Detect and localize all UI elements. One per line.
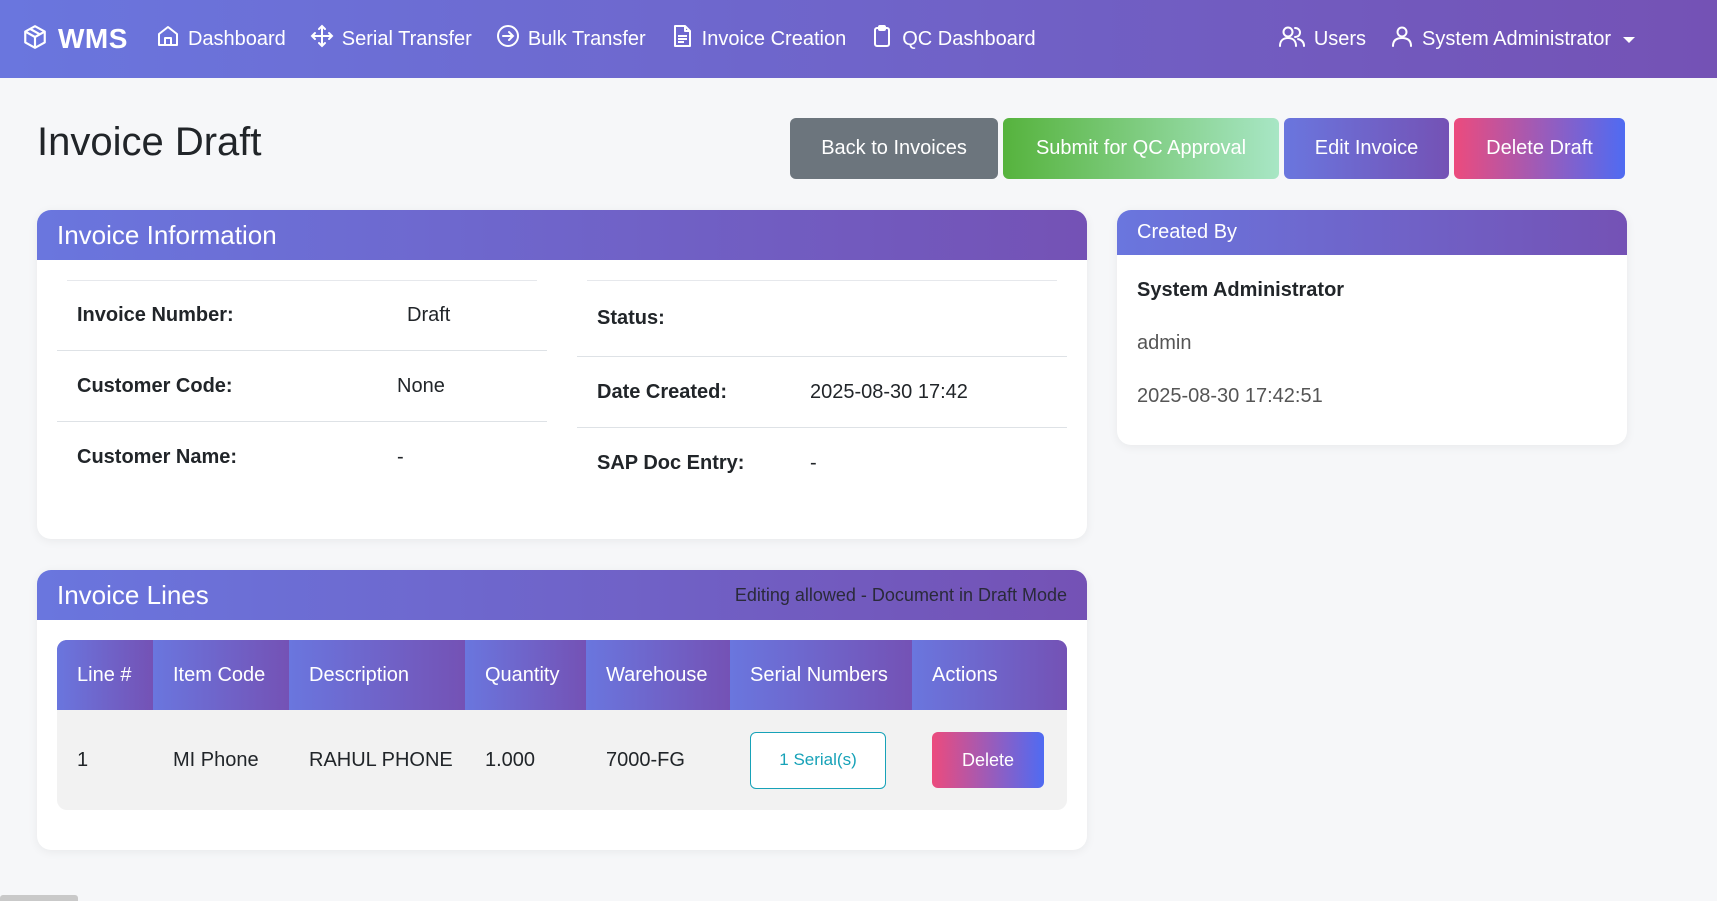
created-by-header: Created By	[1117, 210, 1627, 255]
edit-invoice-button[interactable]: Edit Invoice	[1284, 118, 1449, 179]
col-warehouse: Warehouse	[586, 640, 730, 710]
col-quantity: Quantity	[465, 640, 586, 710]
customer-name-value: -	[397, 445, 404, 468]
customer-code-label: Customer Code:	[77, 374, 233, 397]
info-left-column: Invoice Number: Draft Customer Code: Non…	[57, 280, 547, 492]
invoice-lines-table: Line # Item Code Description Quantity Wa…	[57, 640, 1067, 810]
info-row-sap-doc-entry: SAP Doc Entry: -	[577, 427, 1067, 498]
home-icon	[156, 24, 188, 54]
cell-line-number: 1	[77, 748, 89, 771]
invoice-information-title: Invoice Information	[57, 219, 277, 250]
table-header: Line # Item Code Description Quantity Wa…	[57, 640, 1067, 710]
created-by-body: System Administrator admin 2025-08-30 17…	[1117, 255, 1627, 432]
delete-draft-button[interactable]: Delete Draft	[1454, 118, 1625, 179]
cell-serial-numbers: 1 Serial(s)	[730, 710, 912, 810]
cell-quantity: 1.000	[485, 748, 536, 771]
account-dropdown[interactable]: System Administrator	[1390, 24, 1635, 54]
info-row-status: Status:	[587, 280, 1057, 356]
chevron-down-icon	[1623, 37, 1635, 43]
created-by-title: Created By	[1137, 221, 1238, 243]
arrow-circle-icon	[496, 24, 528, 54]
page-title: Invoice Draft	[37, 120, 262, 164]
invoice-lines-title: Invoice Lines	[57, 579, 209, 610]
created-datetime: 2025-08-30 17:42:51	[1137, 385, 1323, 407]
top-navbar: WMS Dashboard Serial Transfer Bulk Trans…	[0, 0, 1717, 78]
col-description: Description	[289, 640, 465, 710]
nav-users-label: Users	[1313, 27, 1367, 50]
invoice-lines-header: Invoice Lines Editing allowed - Document…	[37, 570, 1087, 620]
delete-line-button[interactable]: Delete	[932, 732, 1044, 788]
info-row-date-created: Date Created: 2025-08-30 17:42	[577, 356, 1067, 427]
move-icon	[310, 24, 342, 54]
nav-right: Users System Administrator	[1254, 0, 1635, 78]
horizontal-scrollbar[interactable]	[0, 895, 78, 901]
nav-bulk-transfer[interactable]: Bulk Transfer	[496, 24, 646, 54]
customer-name-label: Customer Name:	[77, 445, 238, 468]
nav-users[interactable]: Users	[1278, 24, 1366, 54]
creator-username: admin	[1137, 332, 1192, 354]
sap-doc-entry-label: SAP Doc Entry:	[597, 451, 745, 474]
invoice-number-value: Draft	[407, 304, 451, 326]
cell-description: RAHUL PHONE	[309, 748, 453, 771]
cell-warehouse: 7000-FG	[606, 748, 685, 771]
table-row: 1 MI Phone RAHUL PHONE 1.000 7000-FG 1 S…	[57, 710, 1067, 810]
created-by-card: Created By System Administrator admin 20…	[1117, 210, 1627, 445]
nav-dashboard[interactable]: Dashboard	[156, 24, 286, 54]
nav-qc-dashboard[interactable]: QC Dashboard	[870, 23, 1036, 55]
date-created-value: 2025-08-30 17:42	[810, 380, 968, 403]
clipboard-icon	[870, 23, 902, 55]
invoice-lines-card: Invoice Lines Editing allowed - Document…	[37, 570, 1087, 850]
user-icon	[1390, 24, 1422, 54]
nav-qc-dashboard-label: QC Dashboard	[902, 27, 1036, 50]
col-serial-numbers: Serial Numbers	[730, 640, 912, 710]
brand[interactable]: WMS	[22, 23, 128, 56]
col-line-number: Line #	[57, 640, 153, 710]
submit-qc-button[interactable]: Submit for QC Approval	[1003, 118, 1279, 179]
cell-item-code: MI Phone	[173, 748, 259, 771]
col-actions: Actions	[912, 640, 1067, 710]
brand-text: WMS	[58, 23, 128, 54]
nav-serial-transfer-label: Serial Transfer	[341, 27, 472, 50]
action-buttons: Back to Invoices Submit for QC Approval …	[790, 118, 1630, 179]
cell-actions: Delete	[912, 710, 1067, 810]
back-to-invoices-button[interactable]: Back to Invoices	[790, 118, 998, 179]
invoice-information-card: Invoice Information Invoice Number: Draf…	[37, 210, 1087, 539]
nav-invoice-creation-label: Invoice Creation	[701, 27, 847, 50]
nav-bulk-transfer-label: Bulk Transfer	[527, 27, 646, 50]
nav-serial-transfer[interactable]: Serial Transfer	[310, 24, 472, 54]
customer-code-value: None	[397, 374, 445, 397]
info-right-column: Status: Date Created: 2025-08-30 17:42 S…	[577, 280, 1067, 498]
view-serials-button[interactable]: 1 Serial(s)	[750, 731, 886, 789]
date-created-label: Date Created:	[597, 380, 728, 403]
col-item-code: Item Code	[153, 640, 289, 710]
info-row-invoice-number: Invoice Number: Draft	[67, 280, 537, 350]
info-row-customer-code: Customer Code: None	[57, 350, 547, 421]
nav-invoice-creation[interactable]: Invoice Creation	[670, 23, 847, 55]
account-name: System Administrator	[1422, 27, 1611, 50]
status-label: Status:	[597, 307, 665, 329]
draft-mode-note: Editing allowed - Document in Draft Mode	[734, 584, 1067, 605]
users-icon	[1278, 24, 1314, 54]
creator-name: System Administrator	[1137, 279, 1345, 301]
file-text-icon	[670, 23, 702, 55]
invoice-information-header: Invoice Information	[37, 210, 1087, 260]
sap-doc-entry-value: -	[810, 451, 817, 474]
nav-dashboard-label: Dashboard	[187, 27, 286, 50]
box-icon	[22, 23, 48, 56]
invoice-number-label: Invoice Number:	[77, 304, 234, 326]
info-row-customer-name: Customer Name: -	[57, 421, 547, 492]
